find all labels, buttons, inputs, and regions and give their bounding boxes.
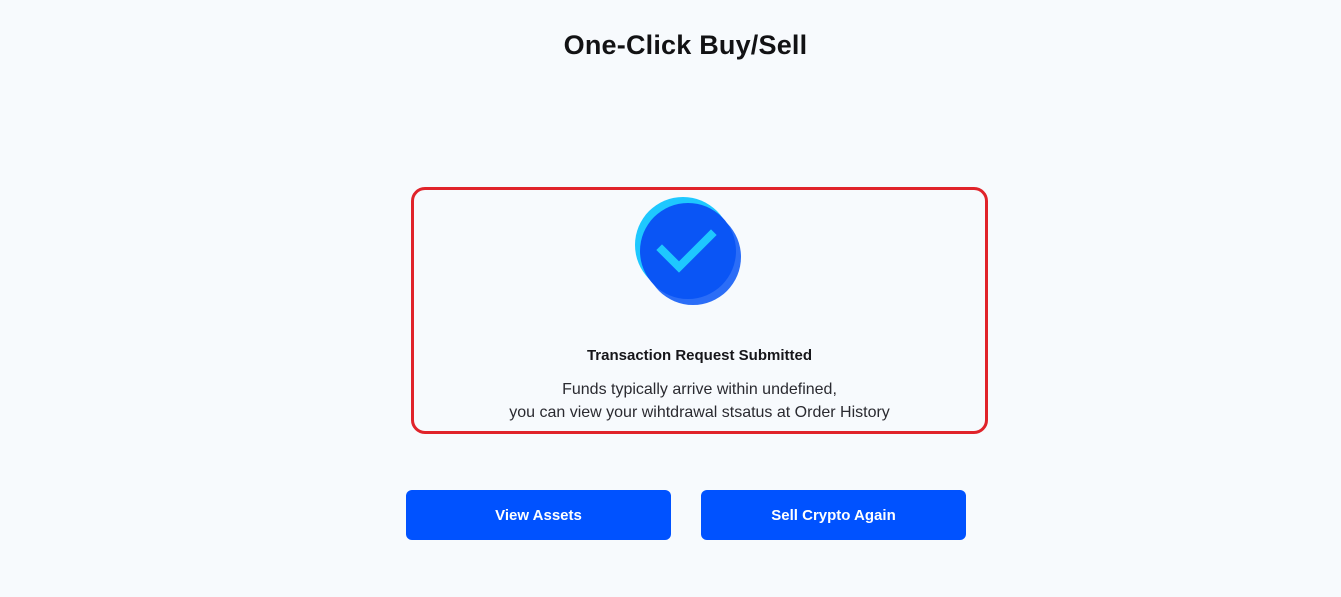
view-assets-button[interactable]: View Assets bbox=[406, 490, 671, 540]
result-message-line-2: you can view your wihtdrawal stsatus at … bbox=[509, 404, 890, 421]
result-message-line-1: Funds typically arrive within undefined, bbox=[562, 381, 837, 398]
transaction-result-panel: Transaction Request Submitted Funds typi… bbox=[411, 187, 988, 434]
result-title: Transaction Request Submitted bbox=[586, 347, 813, 364]
sell-crypto-again-button[interactable]: Sell Crypto Again bbox=[701, 490, 966, 540]
check-circle-icon bbox=[631, 196, 747, 312]
result-message: Funds typically arrive within undefined,… bbox=[414, 378, 985, 424]
page-title: One-Click Buy/Sell bbox=[563, 30, 808, 60]
